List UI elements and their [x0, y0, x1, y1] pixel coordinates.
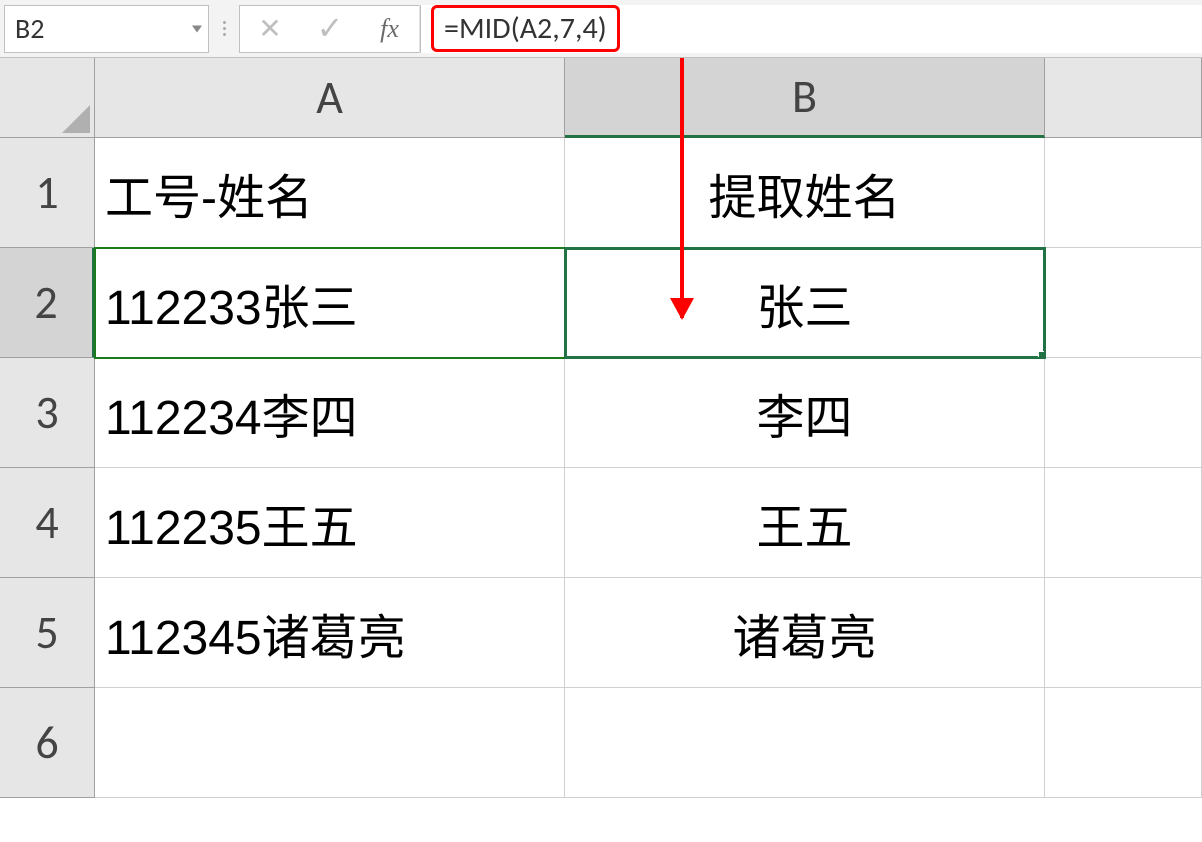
formula-text: =MID(A2,7,4) — [431, 5, 620, 52]
cell-a1[interactable]: 工号-姓名 — [95, 138, 565, 248]
table-row — [95, 688, 1202, 798]
arrow-annotation-icon — [680, 58, 684, 318]
cell-b3[interactable]: 李四 — [565, 358, 1045, 468]
cell-c4[interactable] — [1045, 468, 1202, 578]
table-row: 112234李四 李四 — [95, 358, 1202, 468]
row-header-1[interactable]: 1 — [0, 138, 95, 248]
column-headers: A B — [95, 58, 1202, 138]
cancel-button[interactable]: ✕ — [240, 5, 300, 53]
formula-bar: B2 ✕ ✓ fx =MID(A2,7,4) — [0, 0, 1202, 58]
row-header-2[interactable]: 2 — [0, 248, 95, 358]
formula-controls: ✕ ✓ fx — [239, 5, 421, 53]
cell-b5[interactable]: 诸葛亮 — [565, 578, 1045, 688]
table-row: 112235王五 王五 — [95, 468, 1202, 578]
name-box-value: B2 — [15, 11, 44, 46]
cell-a5[interactable]: 112345诸葛亮 — [95, 578, 565, 688]
cell-grid: 工号-姓名 提取姓名 112233张三 张三 112234李四 李四 11223… — [95, 138, 1202, 842]
column-header-empty[interactable] — [1045, 58, 1202, 138]
table-row: 工号-姓名 提取姓名 — [95, 138, 1202, 248]
spreadsheet-grid: A B 1 2 3 4 5 6 工号-姓名 提取姓名 112233张三 张三 1… — [0, 58, 1202, 842]
select-all-corner[interactable] — [0, 58, 95, 138]
chevron-down-icon[interactable] — [192, 25, 202, 32]
divider-icon — [209, 21, 239, 36]
cell-a6[interactable] — [95, 688, 565, 798]
cell-c3[interactable] — [1045, 358, 1202, 468]
cell-c2[interactable] — [1045, 248, 1202, 358]
column-header-a[interactable]: A — [95, 58, 565, 138]
cell-c5[interactable] — [1045, 578, 1202, 688]
row-headers: 1 2 3 4 5 6 — [0, 138, 95, 842]
cell-c1[interactable] — [1045, 138, 1202, 248]
cell-a4[interactable]: 112235王五 — [95, 468, 565, 578]
cell-a3[interactable]: 112234李四 — [95, 358, 565, 468]
table-row: 112345诸葛亮 诸葛亮 — [95, 578, 1202, 688]
cell-b6[interactable] — [565, 688, 1045, 798]
cell-b2[interactable]: 张三 — [565, 248, 1045, 358]
cell-c6[interactable] — [1045, 688, 1202, 798]
row-header-4[interactable]: 4 — [0, 468, 95, 578]
column-header-b[interactable]: B — [565, 58, 1045, 138]
row-header-5[interactable]: 5 — [0, 578, 95, 688]
row-header-6[interactable]: 6 — [0, 688, 95, 798]
cell-b4[interactable]: 王五 — [565, 468, 1045, 578]
formula-input[interactable]: =MID(A2,7,4) — [421, 5, 1202, 53]
enter-button[interactable]: ✓ — [300, 5, 360, 53]
cell-a2[interactable]: 112233张三 — [95, 248, 565, 358]
cell-b1[interactable]: 提取姓名 — [565, 138, 1045, 248]
row-header-3[interactable]: 3 — [0, 358, 95, 468]
fx-button[interactable]: fx — [360, 5, 420, 53]
name-box[interactable]: B2 — [4, 5, 209, 53]
table-row: 112233张三 张三 — [95, 248, 1202, 358]
